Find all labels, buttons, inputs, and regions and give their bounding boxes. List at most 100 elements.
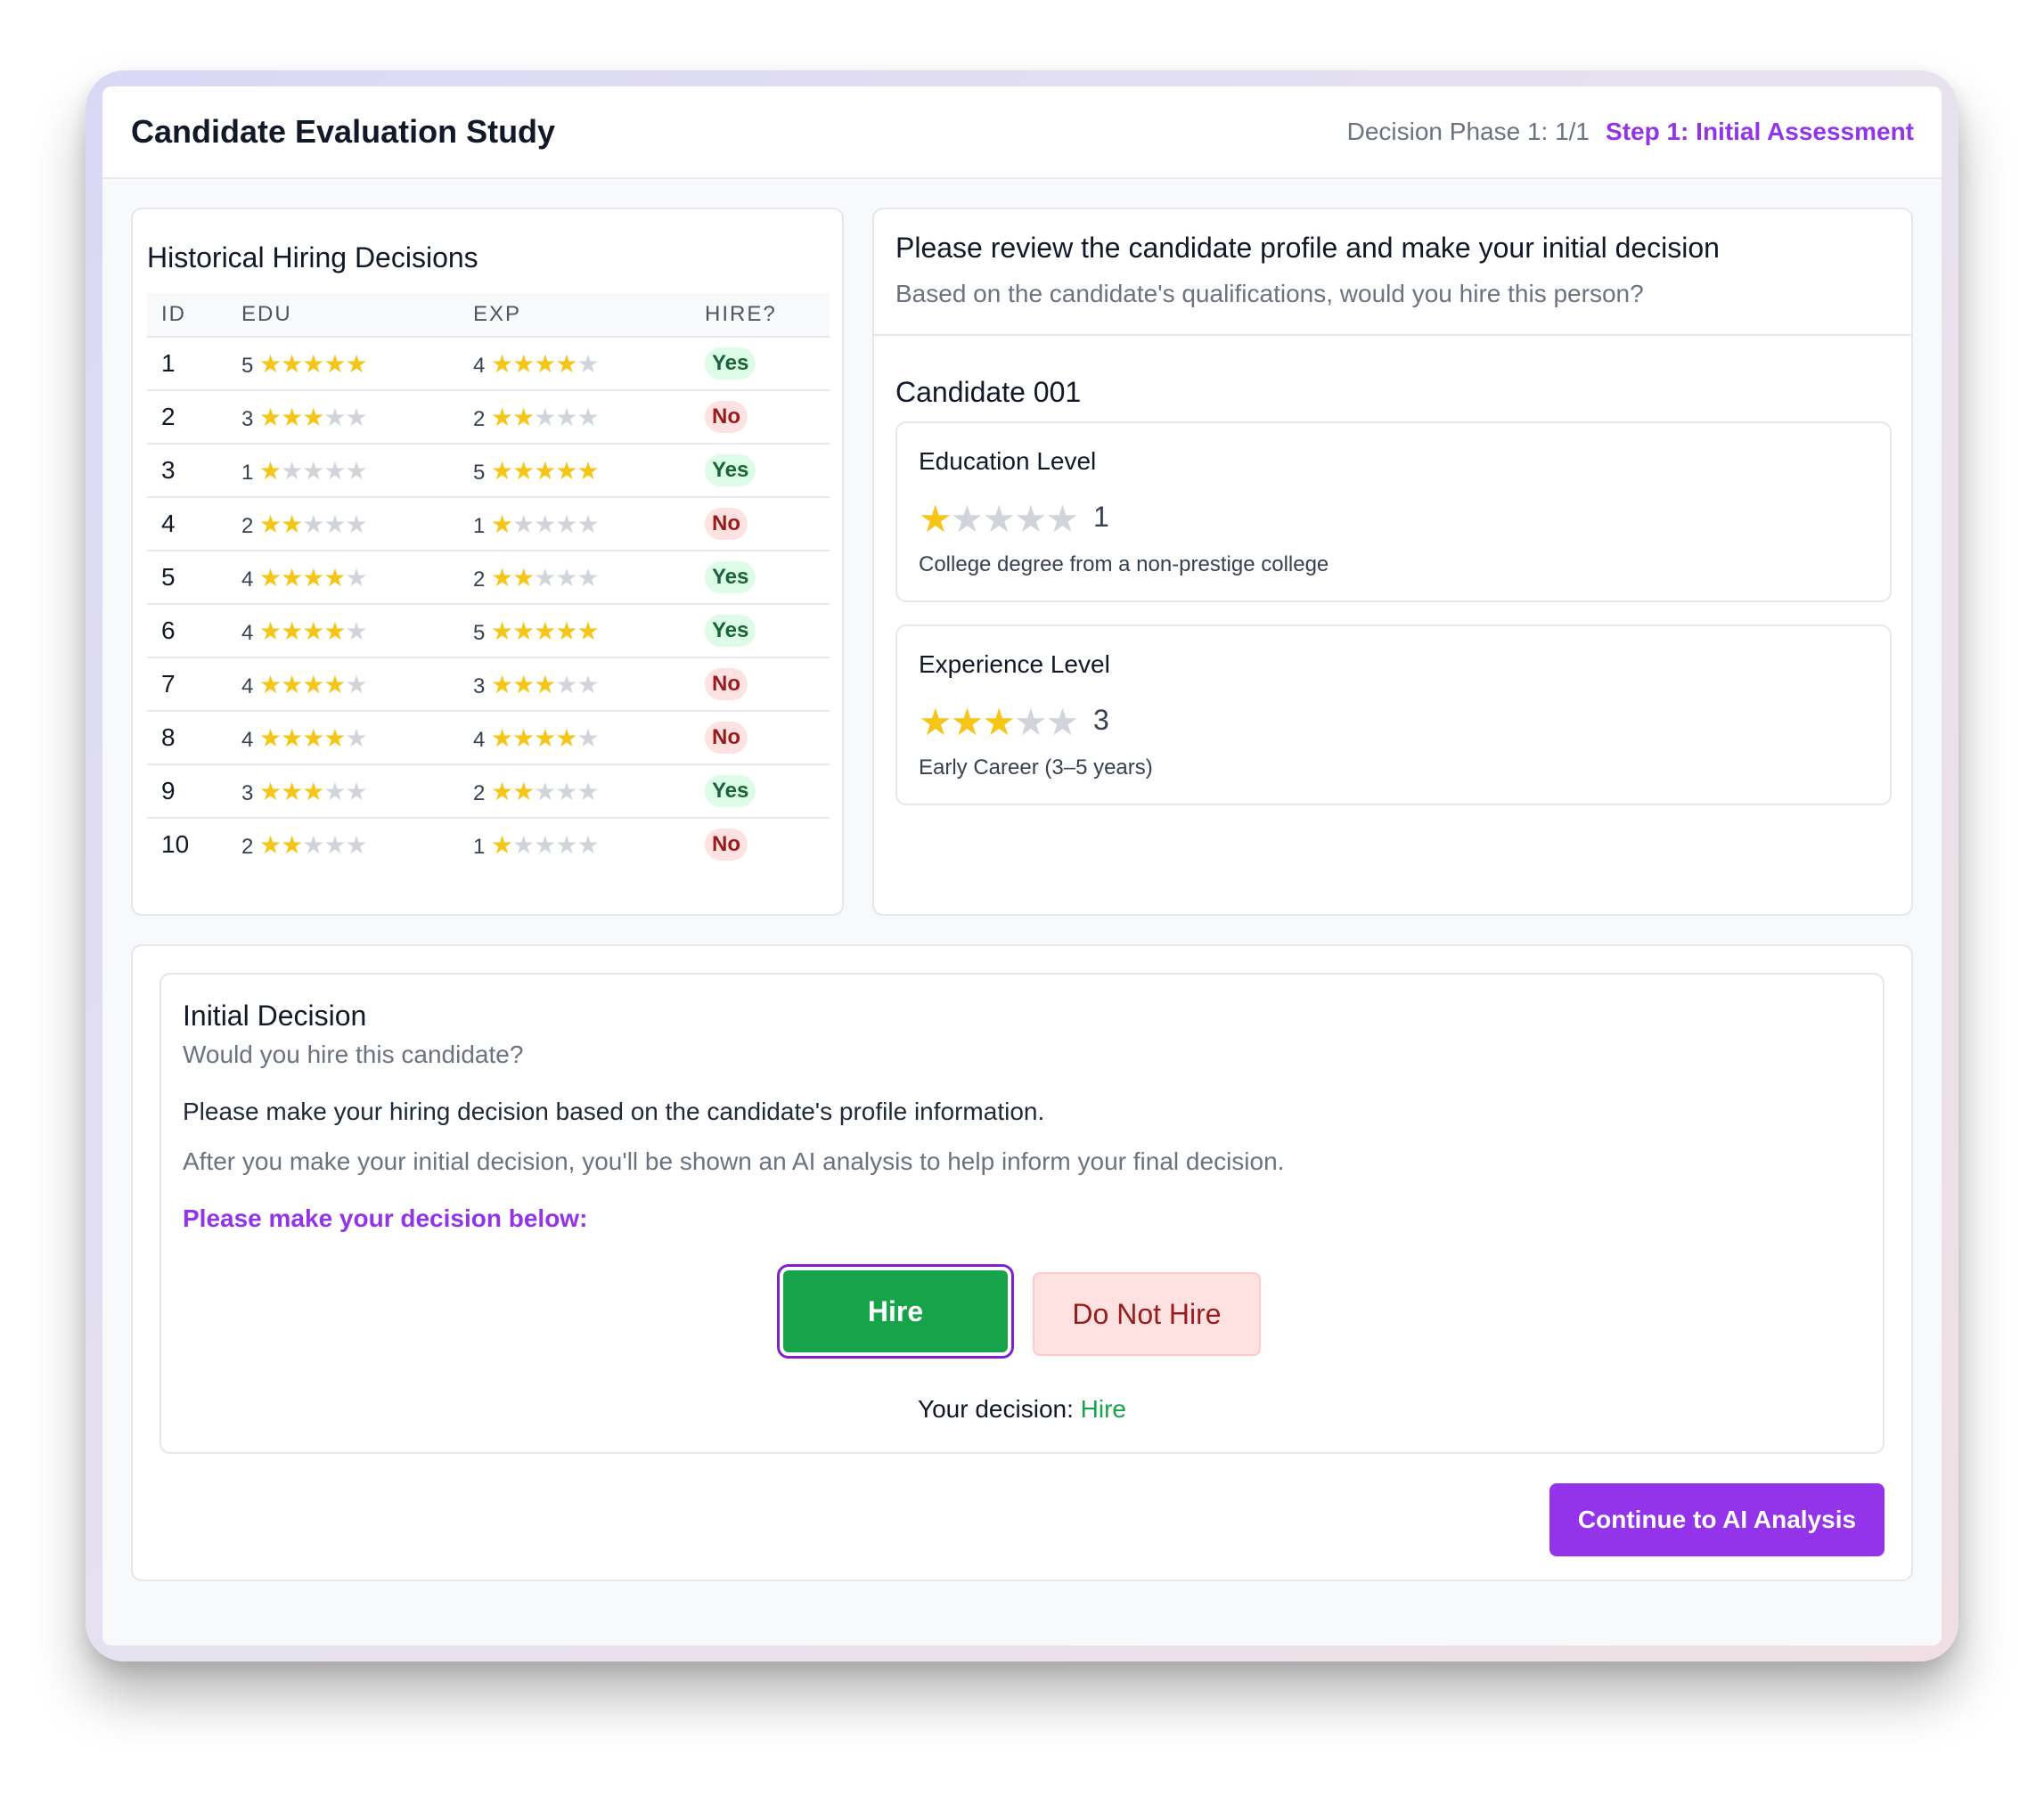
exp-rating-stars: ★★★★★: [491, 830, 600, 859]
star-empty-icon: ★: [323, 830, 346, 859]
experience-rating-stars: ★★★★★: [919, 700, 1080, 744]
exp-rating-number: 1: [473, 834, 492, 859]
star-filled-icon: ★: [281, 349, 303, 378]
hire-button[interactable]: Hire: [777, 1264, 1014, 1359]
star-filled-icon: ★: [281, 830, 303, 859]
exp-rating-number: 5: [473, 620, 492, 645]
cell-edu: 4 ★★★★★: [227, 711, 459, 765]
edu-rating-stars: ★★★★★: [259, 510, 368, 538]
star-empty-icon: ★: [1013, 498, 1048, 540]
decision-section: Initial Decision Would you hire this can…: [131, 944, 1913, 1581]
edu-rating-number: 4: [241, 567, 260, 592]
step-indicator: Step 1: Initial Assessment: [1606, 118, 1914, 145]
table-row: 31 ★★★★★ 5 ★★★★★ Yes: [147, 444, 830, 498]
star-empty-icon: ★: [345, 830, 367, 859]
star-filled-icon: ★: [982, 701, 1016, 743]
table-header-row: ID EDU EXP HIRE?: [147, 293, 830, 338]
star-empty-icon: ★: [534, 777, 556, 805]
star-filled-icon: ★: [512, 777, 535, 805]
star-filled-icon: ★: [302, 349, 324, 378]
star-filled-icon: ★: [534, 670, 556, 698]
hire-status-badge: No: [705, 401, 748, 433]
table-row: 64 ★★★★★ 5 ★★★★★ Yes: [147, 604, 830, 658]
decision-prompt: Please make your decision below:: [183, 1204, 588, 1232]
star-empty-icon: ★: [534, 563, 556, 592]
star-empty-icon: ★: [302, 456, 324, 485]
star-filled-icon: ★: [302, 563, 324, 592]
edu-rating-number: 4: [241, 674, 260, 698]
star-filled-icon: ★: [302, 616, 324, 645]
cell-id: 2: [147, 390, 227, 445]
exp-rating-stars: ★★★★★: [491, 403, 600, 431]
star-empty-icon: ★: [1045, 701, 1080, 743]
candidate-review-card: Please review the candidate profile and …: [872, 208, 1913, 916]
star-empty-icon: ★: [534, 403, 556, 431]
do-not-hire-button[interactable]: Do Not Hire: [1033, 1272, 1261, 1356]
star-filled-icon: ★: [491, 670, 513, 698]
cell-edu: 3 ★★★★★: [227, 764, 459, 819]
star-empty-icon: ★: [323, 777, 346, 805]
table-row: 54 ★★★★★ 2 ★★★★★ Yes: [147, 551, 830, 605]
cell-hire: Yes: [691, 764, 830, 819]
experience-description: Early Career (3–5 years): [919, 755, 1153, 780]
table-row: 10 2 ★★★★★ 1 ★★★★★ No: [147, 818, 830, 870]
star-empty-icon: ★: [323, 456, 346, 485]
app-window: Candidate Evaluation Study Decision Phas…: [102, 86, 1942, 1645]
exp-rating-number: 4: [473, 353, 492, 378]
cell-exp: 5 ★★★★★: [459, 604, 691, 658]
star-empty-icon: ★: [1013, 701, 1048, 743]
edu-rating-number: 4: [241, 727, 260, 752]
cell-exp: 1 ★★★★★: [459, 818, 691, 870]
star-filled-icon: ★: [302, 403, 324, 431]
star-filled-icon: ★: [323, 563, 346, 592]
cell-id: 1: [147, 337, 227, 391]
star-filled-icon: ★: [323, 616, 346, 645]
star-filled-icon: ★: [512, 563, 535, 592]
cell-hire: No: [691, 657, 830, 712]
cell-exp: 5 ★★★★★: [459, 444, 691, 498]
star-filled-icon: ★: [259, 349, 282, 378]
star-filled-icon: ★: [281, 510, 303, 538]
edu-rating-number: 4: [241, 620, 260, 645]
divider: [874, 334, 1911, 336]
star-filled-icon: ★: [259, 670, 282, 698]
star-filled-icon: ★: [259, 510, 282, 538]
exp-rating-stars: ★★★★★: [491, 777, 600, 805]
hire-status-badge: Yes: [705, 615, 756, 647]
star-empty-icon: ★: [555, 563, 577, 592]
cell-edu: 5 ★★★★★: [227, 337, 459, 391]
hire-status-badge: Yes: [705, 454, 756, 486]
exp-rating-number: 2: [473, 567, 492, 592]
exp-rating-stars: ★★★★★: [491, 349, 600, 378]
cell-id: 10: [161, 830, 190, 858]
phase-indicator: Decision Phase 1: 1/1: [1346, 118, 1590, 145]
cell-edu: 4 ★★★★★: [227, 604, 459, 658]
cell-edu: 3 ★★★★★: [227, 390, 459, 445]
exp-rating-number: 3: [473, 674, 492, 698]
star-empty-icon: ★: [576, 403, 599, 431]
exp-rating-stars: ★★★★★: [491, 457, 600, 485]
column-header-hire: HIRE?: [691, 293, 830, 338]
star-empty-icon: ★: [576, 510, 599, 538]
star-empty-icon: ★: [1045, 498, 1080, 540]
cell-id: 7: [147, 657, 227, 712]
cell-exp: 4 ★★★★★: [459, 337, 691, 391]
edu-rating-number: 2: [241, 513, 260, 538]
column-header-exp: EXP: [459, 293, 691, 338]
star-filled-icon: ★: [302, 777, 324, 805]
star-empty-icon: ★: [345, 456, 367, 485]
cell-hire: Yes: [691, 604, 830, 658]
star-filled-icon: ★: [491, 349, 513, 378]
education-description: College degree from a non-prestige colle…: [919, 552, 1329, 576]
table-row: 42 ★★★★★ 1 ★★★★★ No: [147, 497, 830, 551]
exp-rating-number: 2: [473, 406, 492, 431]
cell-exp: 2 ★★★★★: [459, 551, 691, 605]
cell-id: 5: [147, 551, 227, 605]
continue-to-ai-analysis-button[interactable]: Continue to AI Analysis: [1549, 1483, 1885, 1556]
edu-rating-stars: ★★★★★: [259, 670, 368, 698]
star-empty-icon: ★: [576, 830, 599, 859]
star-filled-icon: ★: [259, 616, 282, 645]
exp-rating-stars: ★★★★★: [491, 670, 600, 698]
cell-id: 9: [147, 764, 227, 819]
exp-rating-stars: ★★★★★: [491, 510, 600, 538]
